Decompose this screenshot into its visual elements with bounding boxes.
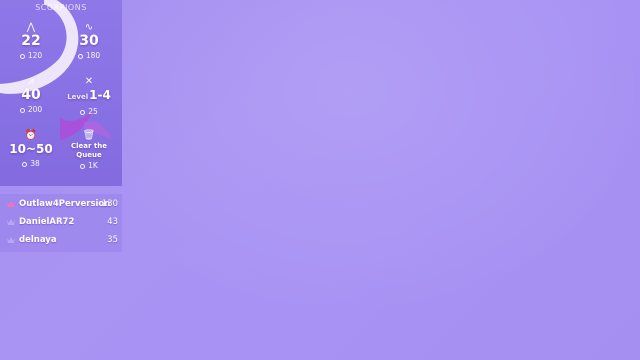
clock-icon: ⏰ (24, 130, 38, 141)
tip-item-price: 1K (60, 161, 118, 171)
tip-item-price: 200 (2, 105, 60, 115)
leaderboard-name: delnaya (19, 235, 57, 245)
leaderboard-score: 130 (101, 199, 118, 209)
leaderboard-score: 35 (107, 235, 118, 245)
tip-item-6[interactable]: 🗑 Clear the Queue 1K (60, 130, 118, 171)
leaderboard-score: 43 (107, 217, 118, 227)
leaderboard-name: Outlaw4Perversion (19, 199, 111, 209)
stream-background: SCORPIONS ⋀ 22 120 ∿ 30 180 ⩘ 40 200 ✕ L… (0, 0, 640, 360)
tip-item-price: 25 (60, 107, 118, 117)
tip-item-price: 38 (2, 159, 60, 169)
tipper-leaderboard: Outlaw4Perversion 130 DanielAR72 43 deln… (0, 194, 122, 252)
tip-item-value: 30 (79, 33, 99, 49)
tip-item-value: Level1-4 (67, 88, 111, 102)
token-icon (19, 107, 25, 113)
tip-menu-title: SCORPIONS (35, 3, 87, 12)
tip-item-5[interactable]: ⏰ 10~50 38 (2, 130, 60, 169)
leaderboard-row: delnaya 35 (0, 233, 122, 249)
vibe-high-icon: ⩘ (28, 76, 34, 87)
token-icon (80, 109, 86, 115)
tip-item-3[interactable]: ⩘ 40 200 (2, 76, 60, 115)
crown-icon (7, 237, 15, 243)
token-icon (80, 163, 86, 169)
crown-icon (7, 201, 15, 207)
tip-menu-panel: SCORPIONS ⋀ 22 120 ∿ 30 180 ⩘ 40 200 ✕ L… (0, 0, 122, 186)
tip-item-value: Clear the Queue (71, 142, 107, 159)
leaderboard-name: DanielAR72 (19, 217, 75, 227)
tip-item-price: 120 (2, 51, 60, 61)
token-icon (19, 53, 25, 59)
tip-item-value: 40 (21, 87, 41, 103)
trash-icon: 🗑 (82, 130, 96, 141)
level-label: Level (67, 93, 89, 101)
tip-item-price: 180 (60, 51, 118, 61)
token-icon (22, 161, 28, 167)
tip-item-value: 22 (21, 33, 41, 49)
tip-item-value: 10~50 (9, 142, 53, 156)
token-icon (77, 53, 83, 59)
leaderboard-row: Outlaw4Perversion 130 (0, 197, 122, 213)
leaderboard-row: DanielAR72 43 (0, 215, 122, 231)
vibe-random-icon: ✕ (84, 76, 94, 87)
vibe-low-icon: ⋀ (26, 22, 36, 33)
tip-item-1[interactable]: ⋀ 22 120 (2, 22, 60, 61)
tip-item-2[interactable]: ∿ 30 180 (60, 22, 118, 61)
vibe-wave-icon: ∿ (84, 22, 94, 33)
tip-item-4[interactable]: ✕ Level1-4 25 (60, 76, 118, 117)
crown-icon (7, 219, 15, 225)
